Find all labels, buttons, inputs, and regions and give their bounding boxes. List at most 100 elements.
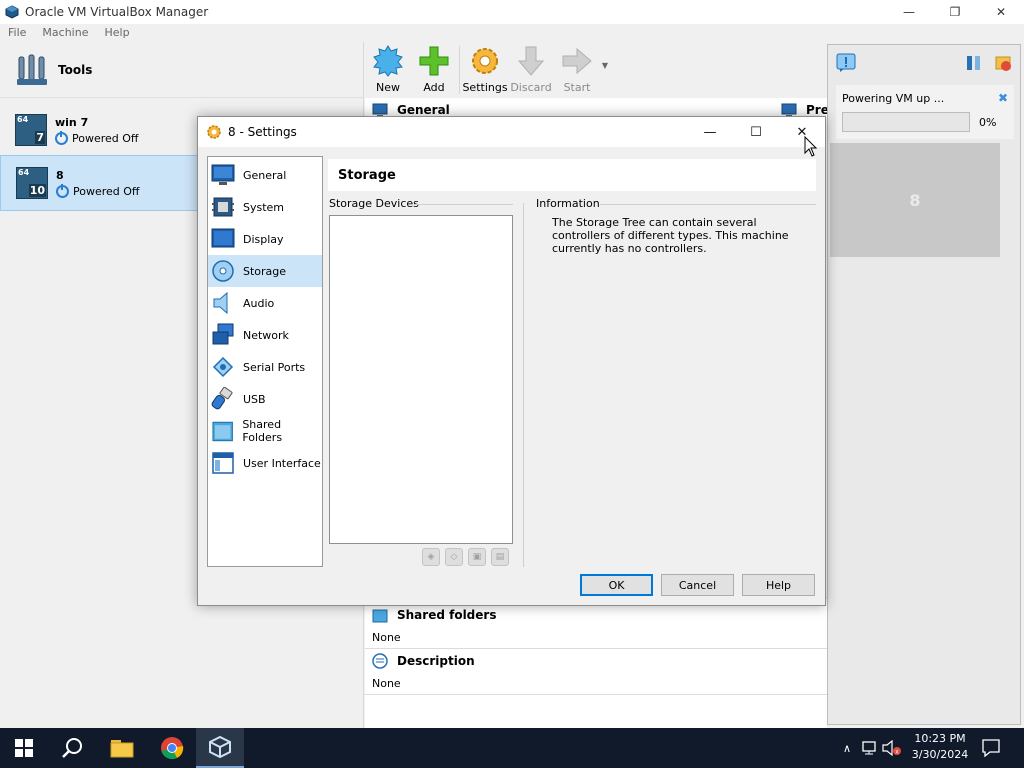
remove-controller-icon[interactable]: ◇ <box>445 548 463 566</box>
vm-name: 8 <box>56 168 64 182</box>
add-attachment-icon[interactable]: ▣ <box>468 548 486 566</box>
mouse-cursor-icon <box>804 136 818 157</box>
description-speech-bubble-icon <box>372 653 388 669</box>
settings-dialog-titlebar: 8 - Settings — ☐ ✕ <box>198 117 825 147</box>
nav-item-display[interactable]: Display <box>208 223 322 255</box>
svg-text:x: x <box>895 749 899 756</box>
maximize-button[interactable]: ❐ <box>932 0 978 24</box>
general-icon <box>211 164 235 185</box>
network-icon <box>212 323 234 345</box>
new-icon <box>373 45 403 77</box>
chrome-button[interactable] <box>148 728 196 768</box>
vertical-separator <box>523 203 524 567</box>
main-titlebar: Oracle VM VirtualBox Manager — ❐ ✕ <box>0 0 1024 24</box>
vm-state: Powered Off <box>72 131 139 145</box>
settings-gear-icon <box>207 125 221 139</box>
start-button[interactable]: Start <box>554 42 600 98</box>
virtualbox-icon <box>209 735 231 759</box>
description-value: None <box>372 677 401 690</box>
volume-muted-icon[interactable]: x <box>882 740 902 756</box>
discard-arrow-down-icon <box>517 46 545 76</box>
dialog-maximize-button[interactable]: ☐ <box>733 117 779 147</box>
new-button[interactable]: New <box>365 42 411 98</box>
menu-help[interactable]: Help <box>96 24 137 42</box>
start-menu-button[interactable] <box>0 728 48 768</box>
virtualbox-taskbar-button[interactable] <box>196 728 244 768</box>
shared-folders-value: None <box>372 631 401 644</box>
divider <box>365 694 827 695</box>
remove-attachment-icon[interactable]: ▤ <box>491 548 509 566</box>
nav-item-network[interactable]: Network <box>208 319 322 351</box>
ok-button[interactable]: OK <box>580 574 653 596</box>
system-icon <box>212 197 234 217</box>
close-button[interactable]: ✕ <box>978 0 1024 24</box>
display-icon <box>211 228 235 248</box>
storage-tree[interactable] <box>329 215 513 544</box>
information-text: The Storage Tree can contain several con… <box>552 216 789 255</box>
menu-file[interactable]: File <box>0 24 34 42</box>
nav-item-shared-folders[interactable]: Shared Folders <box>208 415 322 447</box>
nav-item-audio[interactable]: Audio <box>208 287 322 319</box>
settings-dialog-title: 8 - Settings <box>228 125 297 139</box>
nav-item-serial-ports[interactable]: Serial Ports <box>208 351 322 383</box>
nav-item-general[interactable]: General <box>208 159 322 191</box>
notification-close-icon[interactable]: ✖ <box>998 91 1008 105</box>
notification-progress-bar <box>842 112 970 132</box>
divider <box>365 648 827 649</box>
tools-item[interactable]: Tools <box>0 42 364 98</box>
settings-gear-icon <box>472 48 498 74</box>
taskbar: ∧ x 10:23 PM 3/30/2024 <box>0 728 1024 768</box>
network-tray-icon[interactable] <box>860 740 878 756</box>
settings-button[interactable]: Settings <box>462 42 508 98</box>
storage-devices-label: Storage Devices <box>329 197 419 210</box>
notification-percent: 0% <box>979 116 997 129</box>
storage-icon <box>212 260 234 282</box>
add-controller-icon[interactable]: ◈ <box>422 548 440 566</box>
add-button[interactable]: Add <box>411 42 457 98</box>
action-center-button[interactable] <box>968 728 1014 768</box>
shared-folders-icon <box>212 421 233 442</box>
menubar: File Machine Help <box>0 24 1024 42</box>
dismiss-all-icon[interactable] <box>994 54 1012 72</box>
sort-icon[interactable] <box>965 54 983 72</box>
folder-icon <box>110 740 134 758</box>
group-line <box>600 204 816 205</box>
vm-preview: 8 <box>830 143 1000 257</box>
nav-item-system[interactable]: System <box>208 191 322 223</box>
minimize-button[interactable]: — <box>886 0 932 24</box>
discard-button[interactable]: Discard <box>508 42 554 98</box>
virtualbox-app-icon <box>5 5 19 19</box>
file-explorer-button[interactable] <box>98 728 146 768</box>
start-arrow-right-icon <box>562 47 592 75</box>
menu-machine[interactable]: Machine <box>34 24 96 42</box>
settings-page-title: Storage <box>328 159 816 191</box>
search-button[interactable] <box>48 728 96 768</box>
start-dropdown-arrow[interactable]: ▼ <box>600 32 610 98</box>
vm-state: Powered Off <box>73 184 140 198</box>
nav-item-storage[interactable]: Storage <box>208 255 322 287</box>
dialog-close-button[interactable]: ✕ <box>779 117 825 147</box>
group-line <box>414 204 513 205</box>
windows-7-os-icon: 64 7 <box>15 114 47 146</box>
tools-icon <box>17 54 47 85</box>
windows-logo-icon <box>15 739 33 757</box>
windows-10-os-icon: 64 10 <box>16 167 48 199</box>
nav-item-usb[interactable]: USB <box>208 383 322 415</box>
system-tray: ∧ x <box>838 728 902 768</box>
show-hidden-icons-chevron-icon[interactable]: ∧ <box>838 742 856 755</box>
notification-center: Powering VM up ... ✖ 0% 8 <box>827 44 1021 725</box>
notification-alert-icon[interactable] <box>836 53 856 73</box>
vm-name: win 7 <box>55 115 89 129</box>
shared-folders-icon <box>372 609 388 623</box>
nav-item-user-interface[interactable]: User Interface <box>208 447 322 479</box>
cancel-button[interactable]: Cancel <box>661 574 734 596</box>
notification-message: Powering VM up ... <box>842 92 945 105</box>
window-title: Oracle VM VirtualBox Manager <box>25 5 209 19</box>
usb-icon <box>211 387 233 410</box>
settings-dialog: 8 - Settings — ☐ ✕ General System Displa… <box>197 116 826 606</box>
add-icon <box>419 46 449 76</box>
help-button[interactable]: Help <box>742 574 815 596</box>
serial-ports-icon <box>212 356 234 378</box>
dialog-minimize-button[interactable]: — <box>687 117 733 147</box>
tools-label: Tools <box>58 62 93 77</box>
